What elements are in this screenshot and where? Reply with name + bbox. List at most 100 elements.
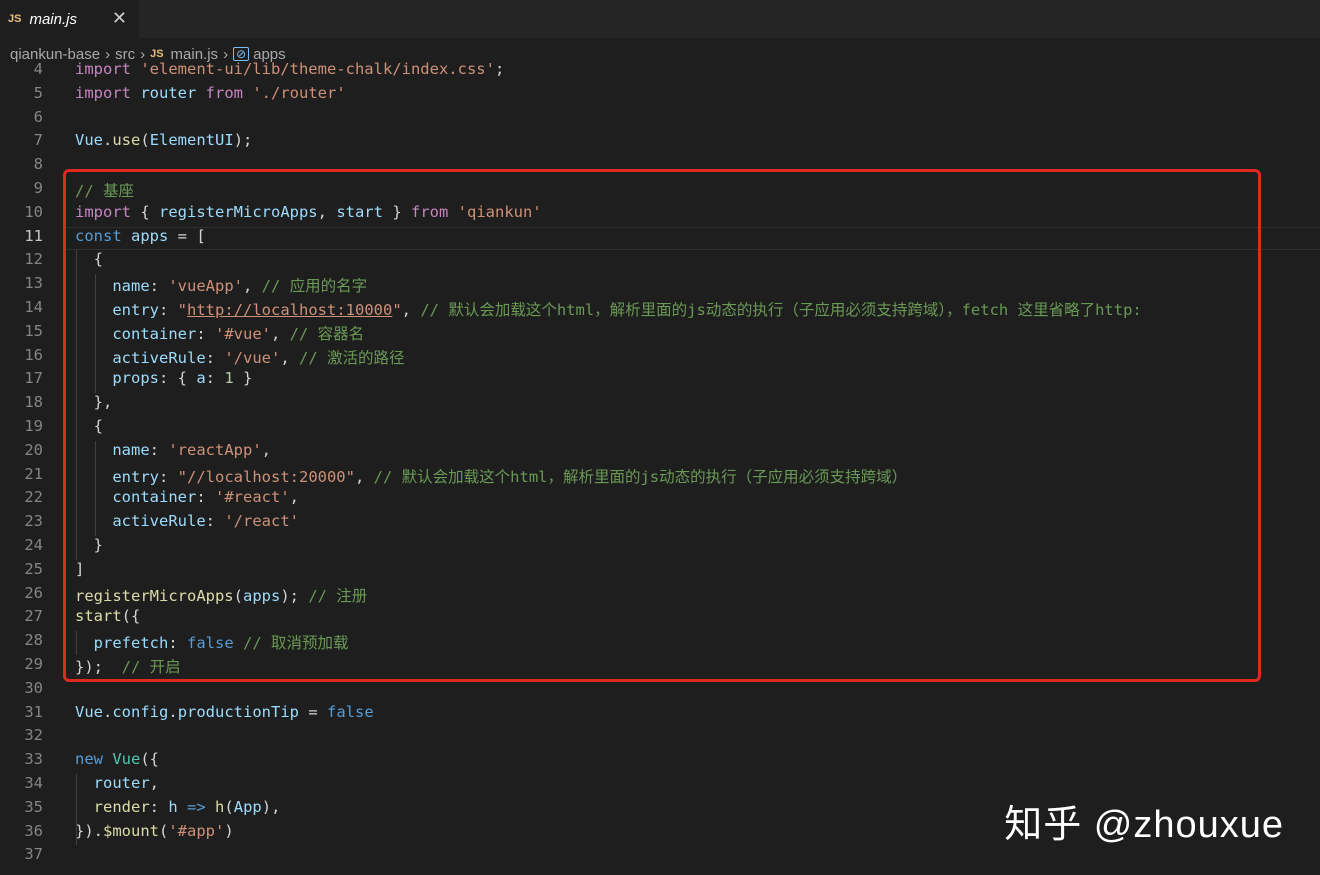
- line-number: 6: [33, 107, 43, 126]
- line-number: 4: [33, 60, 43, 78]
- code-token: '/vue': [224, 348, 281, 367]
- code-token: }: [75, 536, 103, 554]
- code-token: ": [177, 301, 188, 319]
- code-line[interactable]: 18 },: [0, 393, 1320, 417]
- code-line[interactable]: 24 }: [0, 536, 1320, 560]
- code-token: false: [327, 702, 374, 721]
- code-token: }: [233, 369, 253, 388]
- code-token: import: [75, 202, 141, 221]
- code-text: ]: [75, 560, 84, 578]
- code-line[interactable]: 20 name: 'reactApp',: [0, 441, 1320, 465]
- code-line[interactable]: 17 props: { a: 1 }: [0, 369, 1320, 393]
- code-line[interactable]: 30: [0, 679, 1320, 703]
- code-token: ,: [280, 348, 299, 367]
- line-number: 35: [24, 797, 43, 816]
- code-text: new Vue({: [75, 750, 159, 768]
- code-token: prefetch: [93, 634, 169, 653]
- code-line[interactable]: 9 // 基座: [0, 179, 1320, 203]
- code-token: Vue: [112, 750, 141, 769]
- code-text: container: '#react',: [75, 488, 299, 506]
- code-text: }); // 开启: [75, 655, 181, 677]
- code-token: (: [159, 821, 169, 840]
- line-number: 31: [24, 702, 43, 721]
- close-icon[interactable]: ✕: [112, 8, 127, 29]
- code-line[interactable]: 5 import router from './router': [0, 84, 1320, 108]
- code-line[interactable]: 7 Vue.use(ElementUI);: [0, 131, 1320, 155]
- line-number: 27: [24, 607, 43, 626]
- code-token: :: [149, 797, 169, 816]
- code-text: }: [75, 536, 103, 554]
- code-token: // 默认会加载这个html，解析里面的js动态的执行（子应用必须支持跨域）: [373, 467, 908, 486]
- code-line[interactable]: 12 {: [0, 250, 1320, 274]
- code-line[interactable]: 13 name: 'vueApp', // 应用的名字: [0, 274, 1320, 298]
- tab-main-js[interactable]: JS main.js ✕: [0, 0, 139, 38]
- code-token: ): [224, 821, 234, 840]
- code-token: :: [205, 512, 225, 531]
- code-text: entry: "//localhost:20000", // 默认会加载这个ht…: [75, 465, 907, 487]
- code-token: entry: [112, 301, 159, 319]
- code-token: // 注册: [308, 586, 368, 605]
- code-token: 'reactApp': [168, 440, 262, 459]
- line-number: 16: [24, 345, 43, 364]
- code-line[interactable]: 19 {: [0, 417, 1320, 441]
- code-line[interactable]: 6: [0, 108, 1320, 132]
- line-number: 8: [33, 155, 43, 174]
- code-token: ,: [354, 467, 374, 486]
- code-line[interactable]: 23 activeRule: '/react': [0, 512, 1320, 536]
- code-text: render: h => h(App),: [75, 797, 281, 816]
- line-number: 32: [24, 726, 43, 745]
- code-line[interactable]: 11 const apps = [: [0, 226, 1320, 251]
- code-token: false: [187, 634, 234, 653]
- code-token: App: [233, 797, 262, 816]
- line-number: 36: [24, 821, 43, 840]
- code-token: (: [224, 797, 234, 816]
- code-text: // 基座: [75, 179, 134, 201]
- code-token: ,: [149, 774, 160, 792]
- code-token: 'vueApp': [168, 277, 243, 296]
- code-line[interactable]: 32: [0, 726, 1320, 750]
- indent-guide: [76, 631, 77, 655]
- code-token: '/react': [224, 512, 299, 531]
- code-line[interactable]: 21 entry: "//localhost:20000", // 默认会加载这…: [0, 465, 1320, 489]
- code-line[interactable]: 10 import { registerMicroApps, start } fr…: [0, 203, 1320, 227]
- code-token: ElementUI: [149, 131, 234, 150]
- code-token: http://localhost:10000: [187, 301, 393, 319]
- code-line[interactable]: 25]: [0, 560, 1320, 584]
- code-token: from: [410, 202, 458, 221]
- code-token: registerMicroApps: [159, 202, 318, 221]
- code-line[interactable]: 15 container: '#vue', // 容器名: [0, 322, 1320, 346]
- line-number: 25: [24, 559, 43, 578]
- line-number: 10: [24, 202, 43, 221]
- code-line[interactable]: 33 new Vue({: [0, 750, 1320, 774]
- code-line[interactable]: 22 container: '#react',: [0, 488, 1320, 512]
- code-token: '#react': [215, 488, 290, 507]
- code-editor[interactable]: 4 import 'element-ui/lib/theme-chalk/inde…: [0, 60, 1320, 875]
- code-line[interactable]: 26 registerMicroApps(apps); // 注册: [0, 584, 1320, 608]
- code-token: container: [112, 488, 197, 507]
- code-token: "//localhost:20000": [177, 467, 355, 486]
- code-line[interactable]: 27 start({: [0, 607, 1320, 631]
- code-line[interactable]: 4 import 'element-ui/lib/theme-chalk/inde…: [0, 60, 1320, 84]
- code-token: '#app': [168, 821, 225, 840]
- code-token: ),: [261, 797, 281, 816]
- code-token: ,: [242, 277, 262, 296]
- code-line[interactable]: 16 activeRule: '/vue', // 激活的路径: [0, 346, 1320, 370]
- code-line[interactable]: 8: [0, 155, 1320, 179]
- code-line[interactable]: 37: [0, 845, 1320, 869]
- code-token: ": [392, 301, 402, 319]
- code-line[interactable]: 31 Vue.config.productionTip = false: [0, 703, 1320, 727]
- code-token: import: [75, 60, 141, 78]
- line-number: 22: [24, 488, 43, 507]
- code-line[interactable]: 28 prefetch: false // 取消预加载: [0, 631, 1320, 655]
- line-number: 7: [33, 131, 43, 150]
- code-text: {: [75, 417, 103, 435]
- code-text: const apps = [: [75, 227, 206, 245]
- line-number: 5: [33, 83, 43, 102]
- code-line[interactable]: 14 entry: "http://localhost:10000", // 默…: [0, 298, 1320, 322]
- line-number: 19: [24, 417, 43, 435]
- code-line[interactable]: 29}); // 开启: [0, 655, 1320, 679]
